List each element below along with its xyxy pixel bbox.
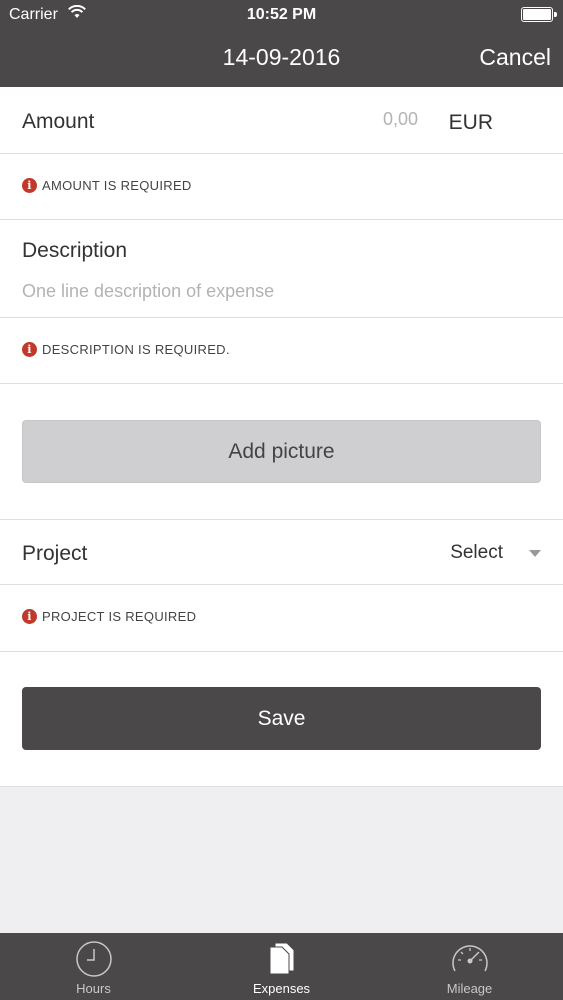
- tab-bar: Hours Expenses Mileage: [0, 933, 563, 1000]
- document-icon: [269, 942, 294, 975]
- project-error-text: PROJECT IS REQUIRED: [42, 609, 197, 624]
- tab-expenses[interactable]: Expenses: [188, 933, 375, 1000]
- amount-error: i AMOUNT IS REQUIRED: [22, 178, 192, 193]
- error-icon: i: [22, 609, 37, 624]
- description-error: i DESCRIPTION IS REQUIRED.: [22, 342, 230, 357]
- add-picture-button[interactable]: Add picture: [22, 420, 541, 483]
- save-button[interactable]: Save: [22, 687, 541, 750]
- amount-error-row: i AMOUNT IS REQUIRED: [0, 154, 563, 220]
- cancel-button[interactable]: Cancel: [479, 44, 551, 71]
- error-icon: i: [22, 342, 37, 357]
- description-error-text: DESCRIPTION IS REQUIRED.: [42, 342, 230, 357]
- status-bar: Carrier 10:52 PM: [0, 0, 563, 30]
- speedometer-icon: [451, 945, 488, 972]
- error-icon: i: [22, 178, 37, 193]
- project-row: Project Select: [0, 520, 563, 585]
- save-row: Save: [0, 652, 563, 787]
- amount-error-text: AMOUNT IS REQUIRED: [42, 178, 192, 193]
- tab-mileage-label: Mileage: [446, 981, 493, 996]
- description-error-row: i DESCRIPTION IS REQUIRED.: [0, 318, 563, 384]
- project-error-row: i PROJECT IS REQUIRED: [0, 585, 563, 652]
- chevron-down-icon: [529, 549, 541, 557]
- tab-hours[interactable]: Hours: [0, 933, 187, 1000]
- amount-row[interactable]: Amount 0,00 EUR: [0, 87, 563, 154]
- currency-label: EUR: [448, 111, 493, 134]
- expense-form: Amount 0,00 EUR i AMOUNT IS REQUIRED Des…: [0, 87, 563, 787]
- project-select-value: Select: [450, 542, 503, 563]
- battery-icon: [521, 7, 557, 22]
- description-input[interactable]: [22, 281, 522, 302]
- clock-icon: [75, 941, 112, 977]
- project-select[interactable]: Select: [450, 542, 541, 564]
- status-time: 10:52 PM: [246, 6, 317, 23]
- amount-input[interactable]: 0,00: [383, 109, 418, 130]
- picture-row: Add picture: [0, 384, 563, 520]
- top-bar: Carrier 10:52 PM 14-09-2016 Cancel: [0, 0, 563, 87]
- tab-hours-label: Hours: [76, 981, 111, 996]
- description-row: Description: [0, 220, 563, 318]
- tab-expenses-label: Expenses: [252, 981, 311, 996]
- project-label: Project: [22, 542, 88, 565]
- amount-label: Amount: [22, 110, 95, 133]
- project-error: i PROJECT IS REQUIRED: [22, 609, 196, 624]
- description-label: Description: [22, 239, 128, 262]
- tab-mileage[interactable]: Mileage: [376, 933, 563, 1000]
